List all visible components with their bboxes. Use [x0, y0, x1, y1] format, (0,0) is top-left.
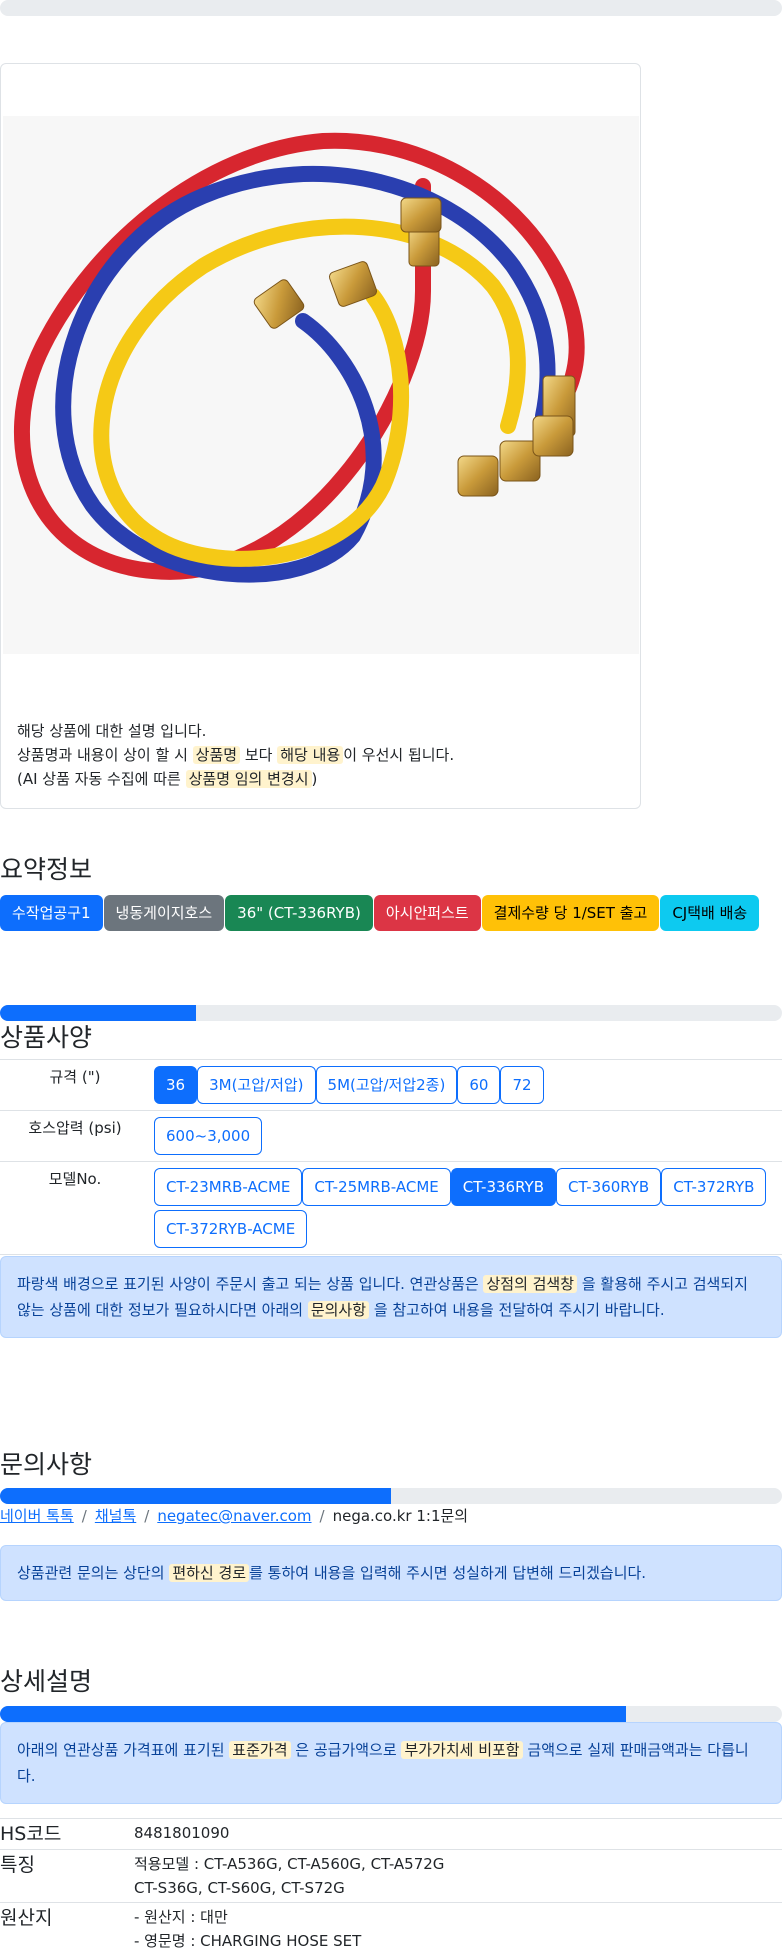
- detail-value-line: CT-S36G, CT-S60G, CT-S72G: [134, 1879, 345, 1897]
- inquiry-progress-bar: [0, 1488, 782, 1504]
- spec-option-button[interactable]: CT-372RYB: [661, 1168, 767, 1206]
- alert-text: 아래의 연관상품 가격표에 표기된: [17, 1741, 225, 1759]
- spec-option-button[interactable]: 36: [154, 1066, 198, 1104]
- spec-option-button[interactable]: CT-23MRB-ACME: [154, 1168, 303, 1206]
- detail-key: 특징: [0, 1854, 35, 1876]
- spec-label: 모델No.: [0, 1161, 150, 1255]
- summary-badge: CJ택배 배송: [660, 895, 760, 931]
- note-line-1: 해당 상품에 대한 설명 입니다.: [17, 722, 207, 740]
- detail-title: 상세설명: [0, 1667, 93, 1696]
- summary-badge: 아시안퍼스트: [373, 895, 481, 931]
- nega-inquiry-text: nega.co.kr 1:1문의: [332, 1507, 469, 1525]
- alert-text: 상품관련 문의는 상단의: [17, 1564, 165, 1582]
- detail-value-line: - 원산지 : 대만: [134, 1908, 228, 1926]
- spec-table: 규격 (") 36 3M(고압/저압) 5M(고압/저압2종) 60 72 호스압력 (ps…: [0, 1059, 782, 1255]
- note-text: 이 우선시 됩니다.: [343, 746, 455, 764]
- note-line-2: 상품명과 내용이 상이 할 시 상품명 보다 해당 내용 이 우선시 됩니다.: [17, 743, 454, 767]
- detail-info-list: HS코드 8481801090 특징 적용모델 : CT-A536G, CT-A560…: [0, 1818, 782, 1950]
- alert-highlight: 부가가치세 비포함: [401, 1741, 523, 1759]
- alert-text: 를 통하여 내용을 입력해 주시면 성실하게 답변해 드리겠습니다.: [249, 1564, 647, 1582]
- summary-badge: 수작업공구1: [0, 895, 103, 931]
- alert-text: 을 참고하여 내용을 전달하여 주시기 바랍니다.: [373, 1301, 665, 1319]
- summary-badge: 결제수량 당 1/SET 출고: [481, 895, 660, 931]
- spec-option-button[interactable]: CT-372RYB-ACME: [154, 1210, 308, 1248]
- summary-title: 요약정보: [0, 855, 93, 884]
- detail-value: 8481801090: [134, 1821, 229, 1847]
- spec-progress-bar: [0, 1005, 782, 1021]
- product-notes: 해당 상품에 대한 설명 입니다. 상품명과 내용이 상이 할 시 상품명 보다…: [17, 719, 454, 791]
- note-text: ): [311, 770, 318, 788]
- alert-highlight: 편하신 경로: [169, 1564, 250, 1582]
- note-highlight: 상품명 임의 변경시: [185, 770, 312, 788]
- spec-title: 상품사양: [0, 1023, 93, 1052]
- product-photo[interactable]: [3, 116, 639, 654]
- inquiry-title: 문의사항: [0, 1450, 93, 1479]
- spec-options: 600~3,000: [150, 1110, 782, 1162]
- spec-option-button[interactable]: CT-360RYB: [556, 1168, 662, 1206]
- inquiry-alert: 상품관련 문의는 상단의 편하신 경로 를 통하여 내용을 입력해 주시면 성실하…: [0, 1545, 782, 1601]
- naver-talk-link[interactable]: 네이버 톡톡: [0, 1507, 74, 1525]
- detail-row: 원산지 - 원산지 : 대만 - 영문명 : CHARGING HOSE SET: [0, 1902, 782, 1950]
- detail-value: 적용모델 : CT-A536G, CT-A560G, CT-A572G CT-S3…: [134, 1852, 444, 1900]
- spec-row: 모델No. CT-23MRB-ACME CT-25MRB-ACME CT-336RYB…: [0, 1161, 782, 1255]
- detail-progress-bar: [0, 1706, 782, 1722]
- detail-key: HS코드: [0, 1823, 62, 1845]
- note-text: 보다: [244, 746, 273, 764]
- spec-options: CT-23MRB-ACME CT-25MRB-ACME CT-336RYB CT-36…: [150, 1161, 782, 1255]
- separator: /: [81, 1507, 87, 1525]
- spec-label: 호스압력 (psi): [0, 1110, 150, 1162]
- spec-option-button[interactable]: 72: [500, 1066, 544, 1104]
- note-line-3: (AI 상품 자동 수집에 따른 상품명 임의 변경시): [17, 767, 454, 791]
- spec-options: 36 3M(고압/저압) 5M(고압/저압2종) 60 72: [150, 1059, 782, 1111]
- spec-option-button[interactable]: 5M(고압/저압2종): [315, 1066, 458, 1104]
- detail-key: 원산지: [0, 1907, 53, 1929]
- summary-badge: 36" (CT-336RYB): [225, 895, 373, 931]
- product-image-card: 해당 상품에 대한 설명 입니다. 상품명과 내용이 상이 할 시 상품명 보다…: [0, 63, 641, 809]
- gauge-hose-image: [14, 132, 585, 583]
- spec-option-button[interactable]: 600~3,000: [154, 1117, 263, 1155]
- alert-text: 은 공급가액으로: [295, 1741, 397, 1759]
- spec-option-button[interactable]: 60: [457, 1066, 501, 1104]
- alert-highlight: 상점의 검색창: [483, 1275, 578, 1293]
- contact-breadcrumb: 네이버 톡톡 / 채널톡 / negatec@naver.com / nega.co.kr …: [0, 1505, 468, 1526]
- note-text: 상품명과 내용이 상이 할 시: [17, 746, 188, 764]
- detail-row: 특징 적용모델 : CT-A536G, CT-A560G, CT-A572G CT-…: [0, 1849, 782, 1902]
- note-text: (AI 상품 자동 수집에 따른: [17, 770, 181, 788]
- alert-highlight: 표준가격: [229, 1741, 291, 1759]
- note-highlight: 해당 내용: [277, 746, 344, 764]
- email-link[interactable]: negatec@naver.com: [157, 1507, 311, 1525]
- alert-highlight: 문의사항: [307, 1301, 370, 1319]
- spec-option-button[interactable]: CT-336RYB: [450, 1168, 556, 1206]
- detail-value-line: - 영문명 : CHARGING HOSE SET: [134, 1932, 362, 1950]
- detail-value-line: 8481801090: [134, 1824, 230, 1842]
- detail-alert: 아래의 연관상품 가격표에 표기된 표준가격 은 공급가액으로 부가가치세 비포…: [0, 1722, 782, 1804]
- summary-badges: 수작업공구1 냉동게이지호스 36" (CT-336RYB) 아시안퍼스트 결제수량 당…: [0, 895, 760, 931]
- summary-badge: 냉동게이지호스: [103, 895, 225, 931]
- spec-alert: 파랑색 배경으로 표기된 사양이 주문시 출고 되는 상품 입니다. 연관상품은…: [0, 1256, 782, 1338]
- separator: /: [144, 1507, 150, 1525]
- detail-value: - 원산지 : 대만 - 영문명 : CHARGING HOSE SET: [134, 1905, 361, 1950]
- detail-row: HS코드 8481801090: [0, 1818, 782, 1849]
- note-highlight: 상품명: [192, 746, 241, 764]
- spec-label: 규격 ("): [0, 1059, 150, 1111]
- detail-value-line: 적용모델 : CT-A536G, CT-A560G, CT-A572G: [134, 1855, 445, 1873]
- detail-progress-fill: [0, 1706, 626, 1722]
- alert-text: 파랑색 배경으로 표기된 사양이 주문시 출고 되는 상품 입니다. 연관상품은: [17, 1275, 479, 1293]
- spec-row: 규격 (") 36 3M(고압/저압) 5M(고압/저압2종) 60 72: [0, 1059, 782, 1111]
- separator: /: [319, 1507, 325, 1525]
- channel-talk-link[interactable]: 채널톡: [95, 1507, 136, 1525]
- spec-option-button[interactable]: CT-25MRB-ACME: [302, 1168, 451, 1206]
- spec-row: 호스압력 (psi) 600~3,000: [0, 1110, 782, 1162]
- top-progress-bar: [0, 0, 782, 16]
- spec-option-button[interactable]: 3M(고압/저압): [197, 1066, 316, 1104]
- inquiry-progress-fill: [0, 1488, 391, 1504]
